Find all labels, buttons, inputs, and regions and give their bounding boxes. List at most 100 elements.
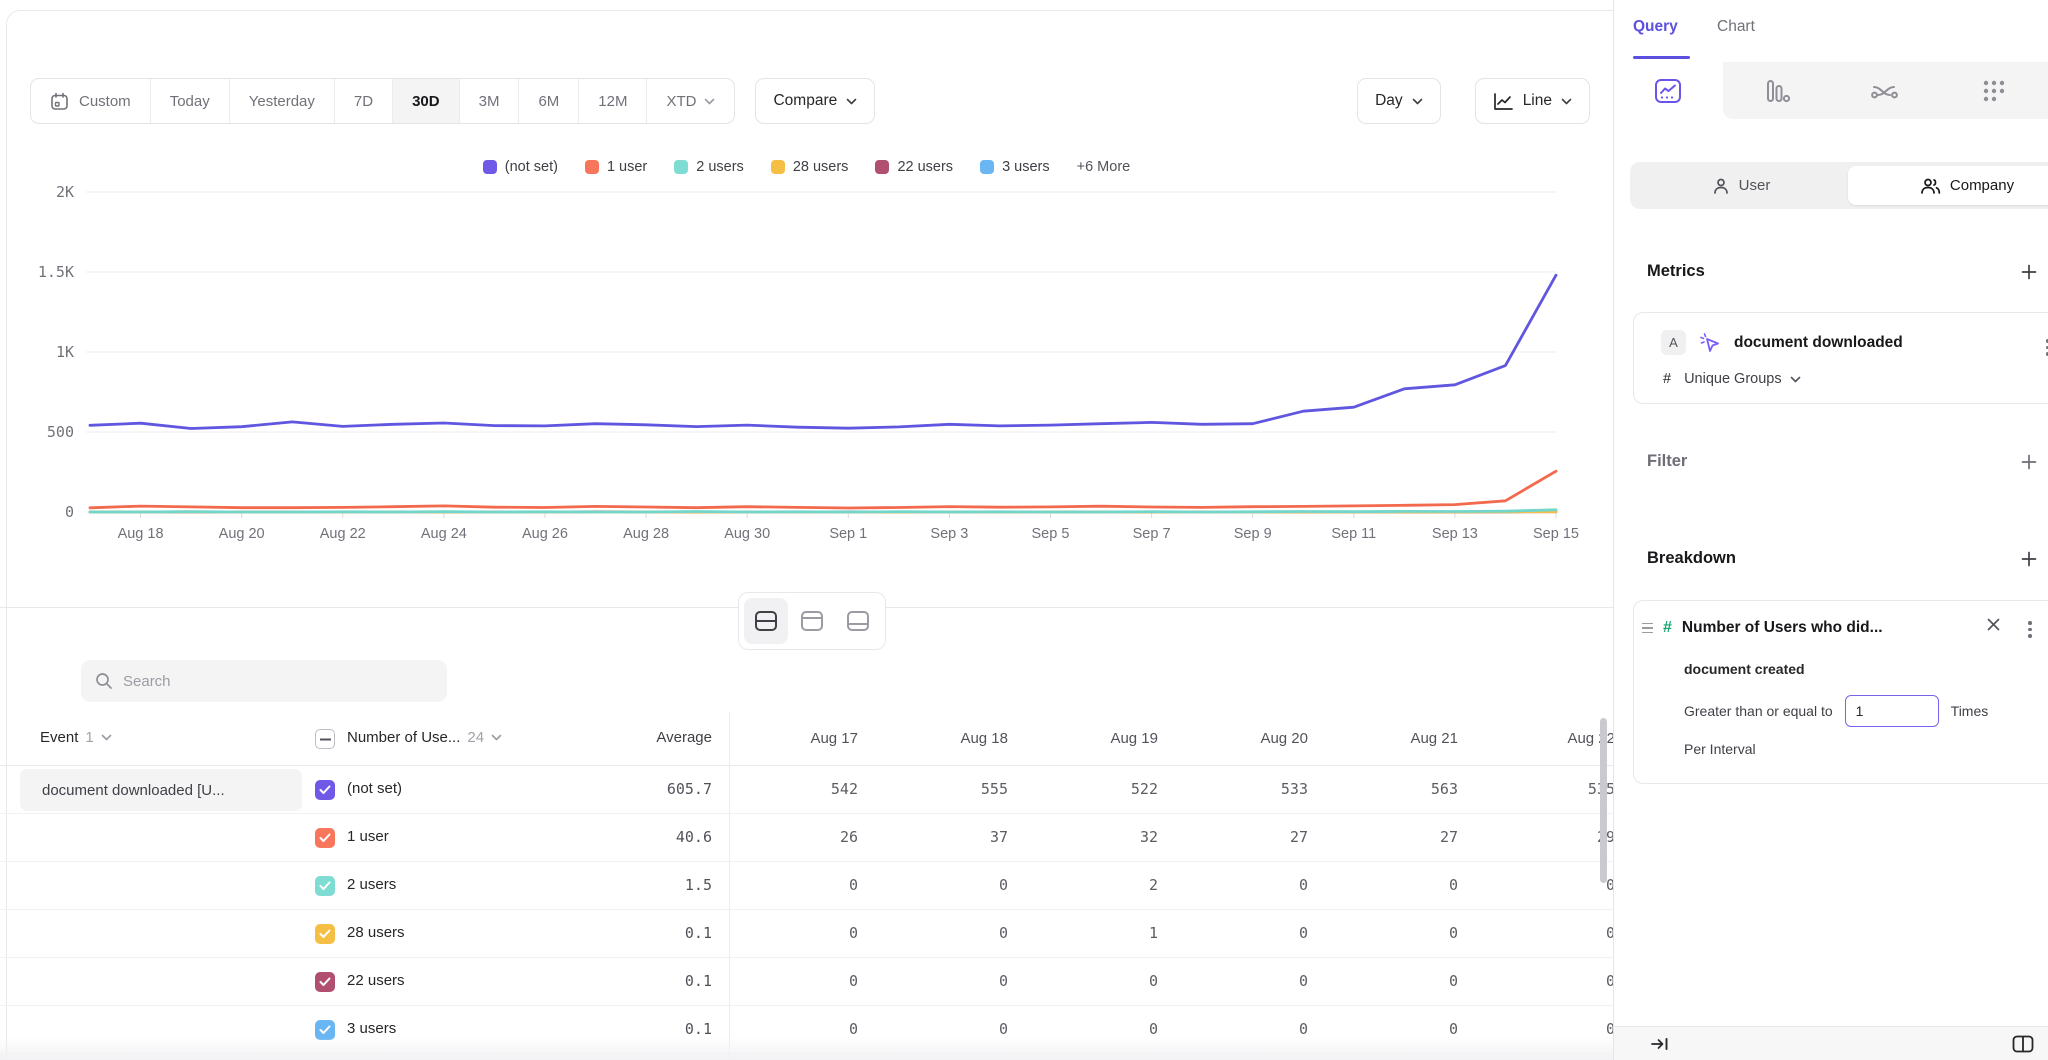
metrics-section-header: Metrics: [1647, 262, 2037, 281]
date-values: 263732272729: [753, 828, 1613, 846]
group-column-header[interactable]: Number of Use... 24: [347, 729, 502, 746]
condition-value-input[interactable]: [1845, 695, 1939, 727]
split-panel-icon: [2012, 1035, 2034, 1053]
main-area: Custom Today Yesterday 7D 30D 3M 6M 12M …: [0, 0, 1613, 1060]
series-line-2 users[interactable]: [90, 510, 1556, 512]
legend-item[interactable]: 28 users: [771, 159, 849, 175]
chart-type-flow-tab[interactable]: [1831, 62, 1940, 119]
series-checkbox[interactable]: [315, 924, 335, 944]
remove-breakdown-button[interactable]: [1986, 617, 2001, 637]
toggle-user[interactable]: User: [1634, 166, 1848, 205]
range-6m[interactable]: 6M: [518, 79, 578, 123]
legend-more-link[interactable]: +6 More: [1077, 159, 1131, 175]
y-axis-label: 500: [47, 423, 74, 441]
chevron-down-icon: [1790, 376, 1801, 383]
add-filter-button[interactable]: [2021, 454, 2037, 470]
date-range-group: Custom Today Yesterday 7D 30D 3M 6M 12M …: [30, 78, 735, 124]
breakdown-options-button[interactable]: [2028, 621, 2032, 638]
chart-type-line-tab[interactable]: [1614, 62, 1723, 119]
add-metric-button[interactable]: [2021, 264, 2037, 280]
series-checkbox[interactable]: [315, 972, 335, 992]
add-breakdown-button[interactable]: [2021, 551, 2037, 567]
layout-table-view-button[interactable]: [836, 598, 880, 644]
date-value-cell: 522: [1053, 780, 1203, 798]
range-xtd[interactable]: XTD: [646, 79, 734, 123]
legend-item[interactable]: 1 user: [585, 159, 647, 175]
breakdown-title-row: # Number of Users who did...: [1642, 619, 1883, 637]
x-axis-label: Aug 28: [623, 526, 669, 542]
chart-toolbar: Custom Today Yesterday 7D 30D 3M 6M 12M …: [30, 78, 1590, 124]
layout-chart-view-button[interactable]: [790, 598, 834, 644]
query-panel: Query Chart: [1614, 0, 2048, 1060]
toggle-company[interactable]: Company: [1848, 166, 2048, 205]
range-12m[interactable]: 12M: [578, 79, 646, 123]
range-yesterday[interactable]: Yesterday: [229, 79, 334, 123]
range-30d[interactable]: 30D: [392, 79, 459, 123]
range-today[interactable]: Today: [150, 79, 229, 123]
series-line-1 user[interactable]: [90, 471, 1556, 508]
event-column-header[interactable]: Event 1: [40, 729, 112, 746]
select-all-checkbox[interactable]: [315, 729, 335, 749]
side-panel-toggle-button[interactable]: [2012, 1035, 2034, 1053]
calendar-icon: [50, 92, 69, 111]
x-axis-label: Sep 15: [1533, 526, 1579, 542]
series-checkbox[interactable]: [315, 876, 335, 896]
chart-legend: (not set) 1 user 2 users 28 users 22 use…: [0, 156, 1613, 178]
range-custom[interactable]: Custom: [31, 79, 150, 123]
date-value-cell: 0: [1503, 876, 1613, 894]
tab-query[interactable]: Query: [1633, 18, 1678, 36]
series-checkbox[interactable]: [315, 1020, 335, 1040]
compare-button[interactable]: Compare: [755, 78, 875, 124]
x-axis-label: Aug 20: [219, 526, 265, 542]
date-value-cell: 0: [903, 1020, 1053, 1038]
chart-type-bar-tab[interactable]: [1723, 62, 1832, 119]
legend-item[interactable]: 2 users: [674, 159, 744, 175]
legend-item[interactable]: (not set): [483, 159, 558, 175]
range-3m[interactable]: 3M: [459, 79, 519, 123]
plus-icon: [2021, 264, 2037, 280]
date-value-cell: 0: [1353, 876, 1503, 894]
bottom-pane-icon: [846, 610, 870, 632]
chevron-down-icon: [846, 98, 857, 105]
metric-event-name: document downloaded: [1734, 334, 1903, 352]
line-chart[interactable]: 2K1.5K1K5000Aug 18Aug 20Aug 22Aug 24Aug …: [0, 180, 1613, 548]
date-value-cell: 0: [1053, 972, 1203, 990]
table-header: Event 1 Number of Use... 24 Average Aug …: [0, 712, 1613, 766]
y-axis-label: 0: [65, 503, 74, 521]
check-icon: [319, 929, 331, 939]
breakdown-card[interactable]: # Number of Users who did... document cr…: [1633, 600, 2048, 784]
chart-type-more-tab[interactable]: [1940, 62, 2048, 119]
event-name-cell[interactable]: document downloaded [U...: [20, 769, 302, 811]
date-value-cell: 542: [753, 780, 903, 798]
hash-icon: #: [1663, 371, 1671, 387]
legend-item[interactable]: 3 users: [980, 159, 1050, 175]
legend-item[interactable]: 22 users: [875, 159, 953, 175]
y-axis-label: 1K: [56, 343, 74, 361]
series-checkbox[interactable]: [315, 780, 335, 800]
collapse-panel-button[interactable]: [1650, 1035, 1670, 1053]
measure-dropdown[interactable]: Unique Groups: [1684, 371, 1801, 387]
panel-footer: [1614, 1026, 2048, 1060]
series-label: 28 users: [347, 924, 405, 941]
results-table: Event 1 Number of Use... 24 Average Aug …: [0, 712, 1613, 1060]
date-column-header: Aug 19: [1053, 730, 1203, 747]
table-scrollbar[interactable]: [1600, 718, 1607, 883]
x-axis-label: Sep 13: [1432, 526, 1478, 542]
series-checkbox[interactable]: [315, 828, 335, 848]
date-column-headers: Aug 17Aug 18Aug 19Aug 20Aug 21Aug 22: [753, 712, 1613, 765]
date-column-header: Aug 18: [903, 730, 1053, 747]
tab-chart[interactable]: Chart: [1717, 18, 1755, 36]
range-7d[interactable]: 7D: [334, 79, 392, 123]
date-value-cell: 0: [753, 876, 903, 894]
chart-type-dropdown[interactable]: Line: [1475, 78, 1590, 124]
date-value-cell: 0: [1203, 1020, 1353, 1038]
drag-handle-icon[interactable]: [1642, 623, 1653, 634]
layout-split-view-button[interactable]: [744, 598, 788, 644]
date-value-cell: 533: [1203, 780, 1353, 798]
interval-dropdown[interactable]: Day: [1357, 78, 1441, 124]
table-row: 22 users0.1000000: [0, 958, 1613, 1006]
y-axis-label: 2K: [56, 183, 74, 201]
close-icon: [1986, 617, 2001, 632]
metric-card[interactable]: A document downloaded # Unique Groups: [1633, 312, 2048, 404]
search-input[interactable]: [123, 673, 403, 690]
